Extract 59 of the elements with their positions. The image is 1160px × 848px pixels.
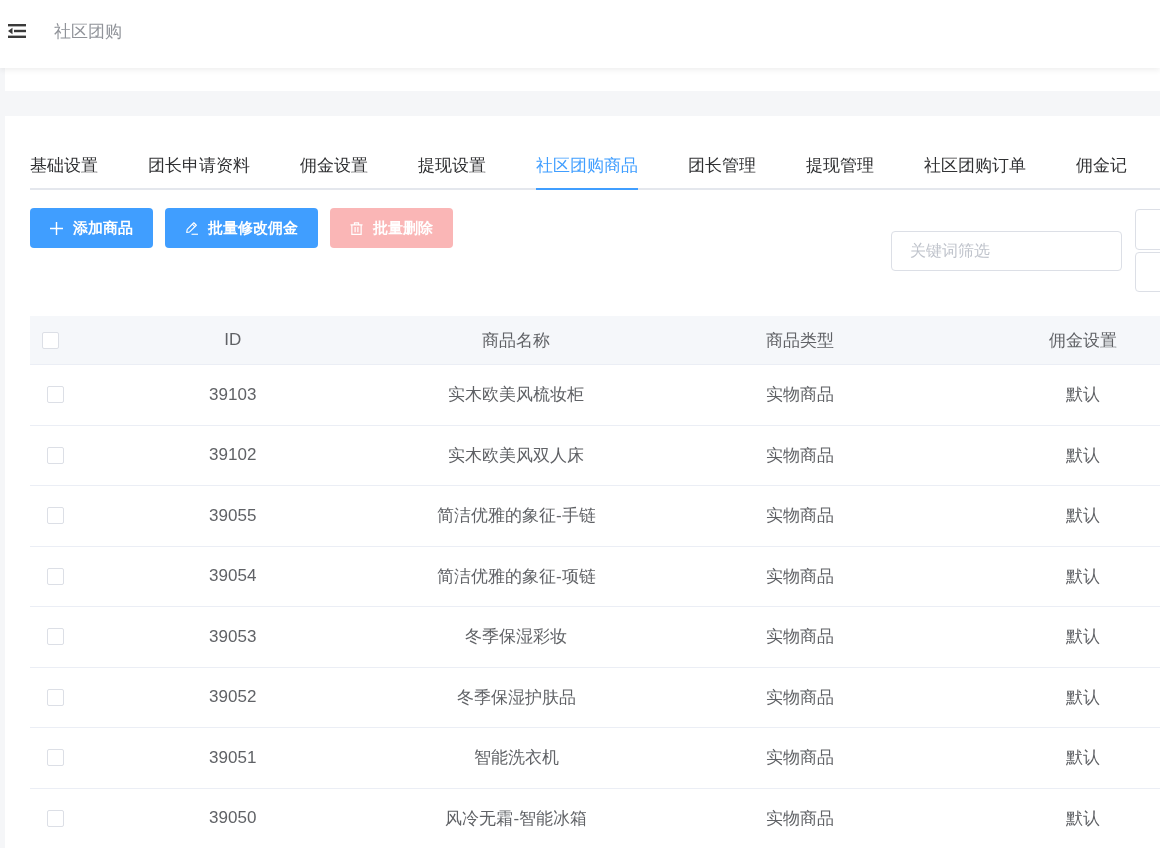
table-cell: 实物商品 [765,385,834,405]
column-header: ID [224,330,242,349]
table-cell: 实木欧美风梳妆柜 [448,385,585,405]
table-cell: 实物商品 [765,808,834,828]
table-cell: 39050 [209,808,257,828]
table-cell: 实物商品 [765,687,834,707]
menu-icon[interactable] [8,24,26,38]
checkbox[interactable] [47,446,64,464]
checkbox[interactable] [47,749,64,767]
checkbox[interactable] [47,507,64,525]
checkbox[interactable] [47,809,64,827]
checkbox[interactable] [42,331,59,349]
table-cell: 默认 [1066,566,1101,586]
table-cell: 默认 [1066,687,1101,707]
table-cell: 实物商品 [765,627,834,647]
column-header: 商品类型 [765,330,834,350]
table-cell: 默认 [1066,748,1101,768]
table-cell: 实物商品 [765,748,834,768]
table-cell: 39103 [209,384,257,404]
plus-icon [50,221,63,235]
table-cell: 实木欧美风双人床 [448,445,585,465]
checkbox[interactable] [47,386,64,404]
checkbox[interactable] [47,628,64,646]
tab[interactable]: 基础设置 [30,143,98,190]
pencil-icon [185,221,198,235]
table-cell: 简洁优雅的象征-项链 [436,566,596,586]
tab[interactable]: 团长申请资料 [148,143,250,190]
table-cell: 实物商品 [765,566,834,586]
column-header: 佣金设置 [1049,330,1118,350]
search-field[interactable]: 关键词筛选 [891,231,1122,271]
table-cell: 39055 [209,505,257,525]
table-cell: 39052 [209,687,257,707]
table-cell: 39051 [209,747,257,767]
table-cell: 默认 [1066,445,1101,465]
tab[interactable]: 团长管理 [688,143,756,190]
table-cell: 默认 [1066,627,1101,647]
tab[interactable]: 提现管理 [806,143,874,190]
table-cell: 实物商品 [765,506,834,526]
tab[interactable]: 佣金记 [1076,143,1127,190]
table-cell: 默认 [1066,506,1101,526]
table-cell: 39053 [209,626,257,646]
table-cell: 冬季保湿护肤品 [456,687,576,707]
table-cell: 智能洗衣机 [473,748,559,768]
table-cell: 简洁优雅的象征-手链 [436,506,596,526]
checkbox[interactable] [47,688,64,706]
table-cell: 风冷无霜-智能冰箱 [445,808,588,828]
tab[interactable]: 提现设置 [418,143,486,190]
table-cell: 冬季保湿彩妆 [465,627,568,647]
table-cell: 39102 [209,445,257,465]
checkbox[interactable] [47,567,64,585]
tab[interactable]: 社区团购订单 [924,143,1026,190]
table-cell: 默认 [1066,808,1101,828]
trash-icon [350,221,363,235]
table-cell: 实物商品 [765,445,834,465]
table-cell: 39054 [209,566,257,586]
column-header: 商品名称 [482,330,551,350]
table-cell: 默认 [1066,385,1101,405]
page-title: 社区团购 [54,20,122,43]
tab[interactable]: 佣金设置 [300,143,368,190]
